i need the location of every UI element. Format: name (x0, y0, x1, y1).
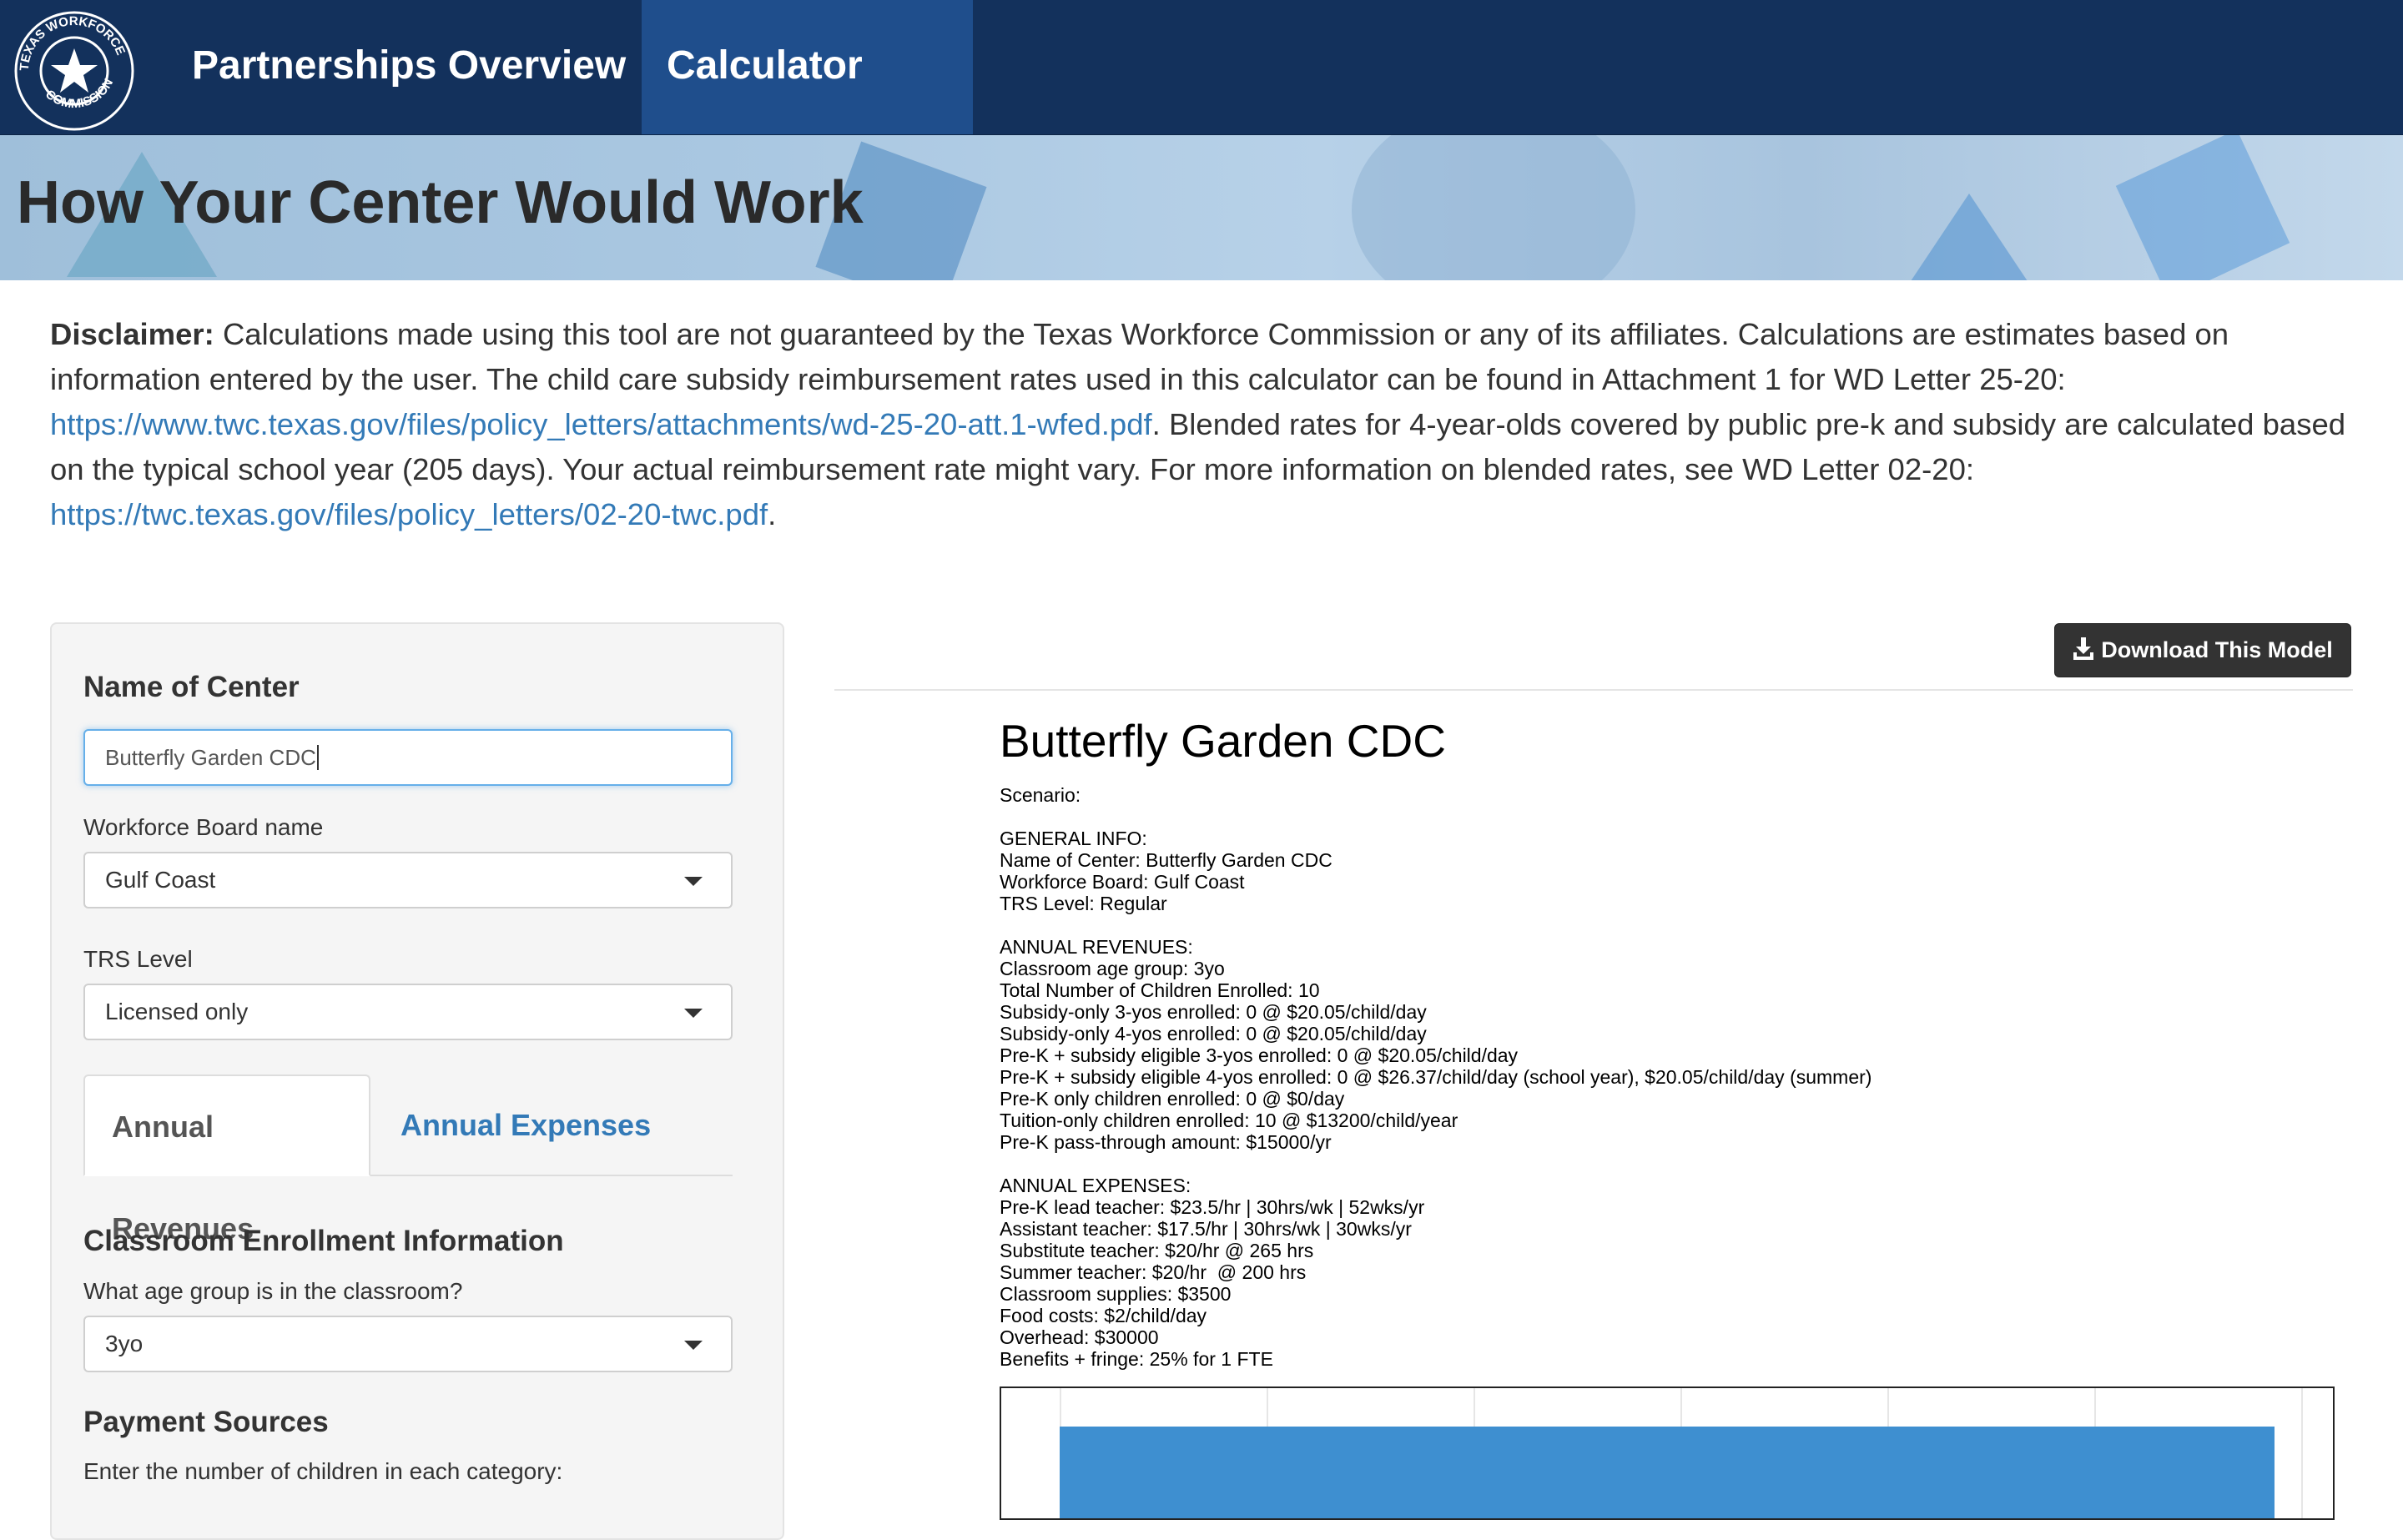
chart-gridline (2301, 1388, 2303, 1518)
summary-line: Total Number of Children Enrolled: 10 (1000, 979, 1320, 1001)
decor-shape (2115, 135, 2290, 280)
summary-line: Subsidy-only 4-yos enrolled: 0 @ $20.05/… (1000, 1023, 1427, 1044)
summary-line: Classroom supplies: $3500 (1000, 1283, 1232, 1305)
wd-25-20-link[interactable]: https://www.twc.texas.gov/files/policy_l… (50, 407, 1152, 441)
chevron-down-icon (684, 877, 703, 886)
model-chart (1000, 1387, 2335, 1520)
download-label: Download This Model (2101, 637, 2333, 662)
summary-line: Overhead: $30000 (1000, 1326, 1159, 1348)
summary-line: Name of Center: Butterfly Garden CDC (1000, 849, 1332, 871)
summary-line: TRS Level: Regular (1000, 893, 1167, 914)
age-group-label: What age group is in the classroom? (83, 1278, 463, 1304)
scenario-line: Scenario: (1000, 784, 1081, 806)
summary-line: Pre-K + subsidy eligible 3-yos enrolled:… (1000, 1044, 1519, 1066)
summary-line: Pre-K only children enrolled: 0 @ $0/day (1000, 1088, 1345, 1110)
page-title: How Your Center Would Work (17, 169, 864, 236)
center-name-label: Name of Center (83, 671, 300, 703)
payment-sources-subtext: Enter the number of children in each cat… (83, 1458, 563, 1484)
download-icon (2073, 637, 2094, 660)
top-navbar: TEXAS WORKFORCE COMMISSION Partnerships … (0, 0, 2403, 219)
summary-line: ANNUAL REVENUES: (1000, 936, 1193, 958)
disclaimer-text: Calculations made using this tool are no… (50, 317, 2229, 396)
download-model-button[interactable]: Download This Model (2054, 623, 2351, 677)
chevron-down-icon (684, 1009, 703, 1018)
summary-line: Pre-K lead teacher: $23.5/hr | 30hrs/wk … (1000, 1196, 1425, 1218)
summary-line: Tuition-only children enrolled: 10 @ $13… (1000, 1110, 1458, 1131)
tab-annual-expenses[interactable]: Annual Expenses (374, 1074, 678, 1176)
trs-level-label: TRS Level (83, 946, 193, 972)
model-title: Butterfly Garden CDC (1000, 715, 1446, 767)
decor-triangle (1902, 194, 2036, 280)
disclaimer: Disclaimer: Calculations made using this… (50, 312, 2353, 537)
wd-02-20-link[interactable]: https://twc.texas.gov/files/policy_lette… (50, 497, 768, 531)
center-name-input[interactable]: Butterfly Garden CDC (83, 729, 733, 786)
summary-line: Assistant teacher: $17.5/hr | 30hrs/wk |… (1000, 1218, 1412, 1240)
workforce-board-select[interactable]: Gulf Coast (83, 852, 733, 908)
summary-line: Summer teacher: $20/hr @ 200 hrs (1000, 1261, 1307, 1283)
model-summary: Scenario: GENERAL INFO: Name of Center: … (1000, 784, 1872, 1370)
chevron-down-icon (684, 1341, 703, 1350)
chart-bar (1060, 1427, 2275, 1518)
summary-line: Classroom age group: 3yo (1000, 958, 1225, 979)
nav-partnerships-overview[interactable]: Partnerships Overview (167, 0, 651, 134)
summary-line: Benefits + fringe: 25% for 1 FTE (1000, 1348, 1273, 1370)
summary-line: GENERAL INFO: (1000, 828, 1147, 849)
age-group-value: 3yo (105, 1331, 144, 1356)
center-name-value: Butterfly Garden CDC (105, 745, 316, 770)
age-group-select[interactable]: 3yo (83, 1316, 733, 1372)
decor-shape (1352, 135, 1635, 280)
summary-line: Substitute teacher: $20/hr @ 265 hrs (1000, 1240, 1314, 1261)
disclaimer-text: . (768, 497, 777, 531)
summary-line: Subsidy-only 3-yos enrolled: 0 @ $20.05/… (1000, 1001, 1427, 1023)
summary-line: Pre-K + subsidy eligible 4-yos enrolled:… (1000, 1066, 1872, 1088)
trs-level-select[interactable]: Licensed only (83, 984, 733, 1040)
enrollment-heading: Classroom Enrollment Information (83, 1225, 564, 1257)
divider (834, 689, 2353, 691)
payment-sources-heading: Payment Sources (83, 1406, 329, 1438)
workforce-board-value: Gulf Coast (105, 867, 216, 893)
summary-line: Food costs: $2/child/day (1000, 1305, 1207, 1326)
summary-line: Workforce Board: Gulf Coast (1000, 871, 1245, 893)
disclaimer-label: Disclaimer: (50, 317, 214, 351)
workforce-board-label: Workforce Board name (83, 814, 324, 840)
text-cursor (316, 745, 319, 770)
nav-calculator-tool[interactable]: Calculator Tool (642, 0, 973, 219)
tab-annual-revenues[interactable]: Annual Revenues (83, 1074, 370, 1246)
summary-line: Pre-K pass-through amount: $15000/yr (1000, 1131, 1332, 1153)
trs-level-value: Licensed only (105, 999, 249, 1024)
summary-line: ANNUAL EXPENSES: (1000, 1175, 1191, 1196)
twc-seal-logo[interactable]: TEXAS WORKFORCE COMMISSION (10, 7, 139, 135)
hero-banner: How Your Center Would Work (0, 135, 2403, 280)
